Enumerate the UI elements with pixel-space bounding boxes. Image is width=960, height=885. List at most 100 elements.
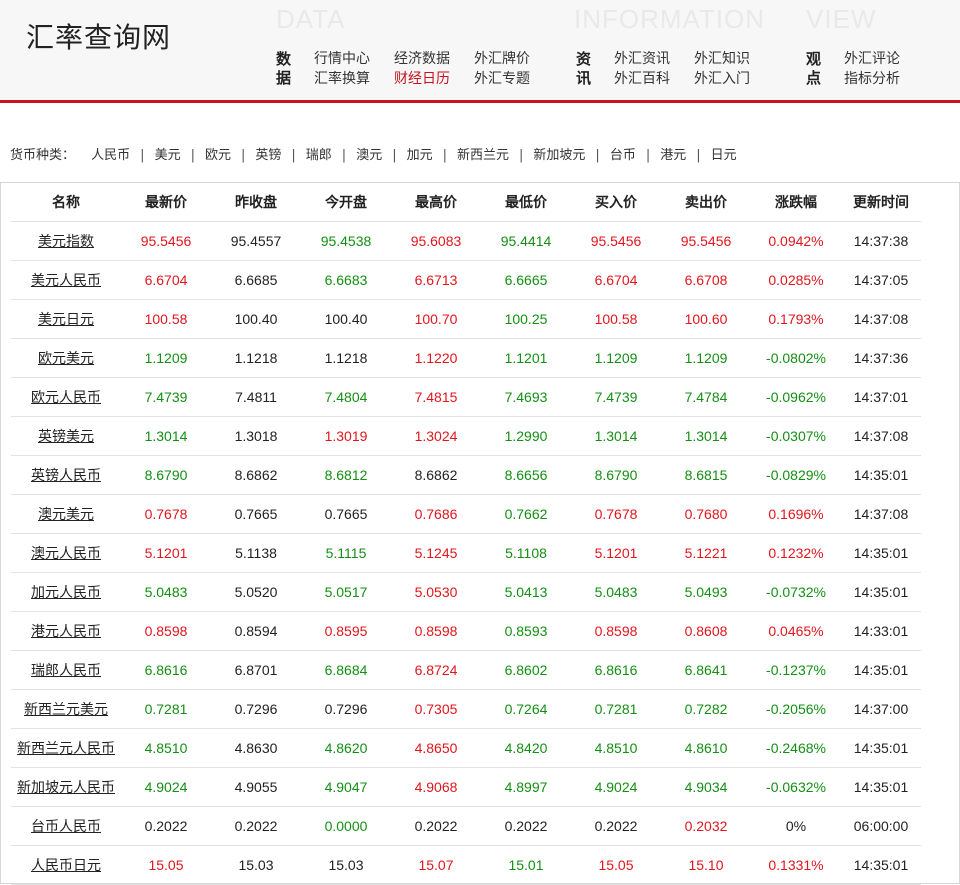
nav-link-forex-topics[interactable]: 外汇专题 [474,70,530,89]
currency-filter-item[interactable]: 澳元 [352,148,386,163]
quote-cell: 6.8616 [121,650,211,690]
nav-group-heading: 观 点 [806,50,824,88]
currency-separator: | [240,148,246,163]
quote-cell: 8.6815 [661,455,751,495]
nav-link-forex-commentary[interactable]: 外汇评论 [844,50,900,69]
pair-name-cell[interactable]: 台币人民币 [11,806,121,846]
currency-filter-item[interactable]: 美元 [151,148,185,163]
pair-link[interactable]: 加元人民币 [31,585,101,601]
quote-cell: 0.7686 [391,494,481,534]
column-header: 卖出价 [661,183,751,222]
currency-filter-item[interactable]: 新加坡元 [529,148,589,163]
quote-cell: 95.5456 [571,221,661,261]
pair-name-cell[interactable]: 澳元美元 [11,494,121,534]
nav-link-forex-quotes[interactable]: 外汇牌价 [474,50,530,69]
pair-link[interactable]: 欧元人民币 [31,390,101,406]
pair-link[interactable]: 人民币日元 [31,858,101,874]
table-body: 美元指数 95.5456 95.4557 95.4538 95.6083 95.4414 9… [11,221,921,885]
quote-cell: 1.1201 [481,338,571,378]
site-logo[interactable]: 汇率查询网 [26,16,171,56]
quote-cell: 4.8620 [301,728,391,768]
quote-cell: 14:37:08 [841,416,921,456]
pair-name-cell[interactable]: 美元日元 [11,299,121,339]
quote-cell: 6.6704 [571,260,661,300]
pair-name-cell[interactable]: 新加坡元人民币 [11,767,121,807]
quote-cell: 15.05 [121,845,211,885]
pair-name-cell[interactable]: 港元人民币 [11,611,121,651]
quote-cell: 95.4538 [301,221,391,261]
nav-link-financial-calendar[interactable]: 财经日历 [394,70,450,89]
pair-name-cell[interactable]: 英镑美元 [11,416,121,456]
nav-link-indicator-analysis[interactable]: 指标分析 [844,70,900,89]
quote-cell: 6.8641 [661,650,751,690]
pair-name-cell[interactable]: 欧元美元 [11,338,121,378]
nav-link-rate-converter[interactable]: 汇率换算 [314,70,370,89]
quote-cell: 5.1138 [211,533,301,573]
currency-separator: | [140,148,145,163]
quote-cell: 0% [751,806,841,846]
currency-filter-item[interactable]: 人民币 [87,148,134,163]
pair-link[interactable]: 英镑美元 [38,429,94,445]
quote-cell: 0.7665 [211,494,301,534]
pair-link[interactable]: 美元日元 [38,312,94,328]
quote-cell: 5.0483 [121,572,211,612]
quote-cell: 5.1245 [391,533,481,573]
currency-filter-item[interactable]: 加元 [403,148,437,163]
pair-link[interactable]: 澳元人民币 [31,546,101,562]
pair-link[interactable]: 新加坡元人民币 [17,780,115,796]
quote-cell: 4.9034 [661,767,751,807]
currency-separator: | [190,148,195,163]
nav-link-forex-encyclopedia[interactable]: 外汇百科 [614,70,670,89]
pair-link[interactable]: 港元人民币 [31,624,101,640]
nav-heading-char: 据 [276,69,292,87]
pair-name-cell[interactable]: 瑞郎人民币 [11,650,121,690]
nav-heading-char: 点 [806,69,822,87]
nav-link-economic-data[interactable]: 经济数据 [394,50,450,69]
pair-link[interactable]: 欧元美元 [38,351,94,367]
nav-link-forex-news[interactable]: 外汇资讯 [614,50,670,69]
pair-link[interactable]: 新西兰元美元 [24,702,108,718]
pair-link[interactable]: 美元指数 [38,234,94,250]
quote-cell: 0.1232% [751,533,841,573]
quote-cell: 100.40 [211,299,301,339]
currency-separator: | [392,148,397,163]
table-row: 英镑人民币 8.6790 8.6862 8.6812 8.6862 8.6656 8.679… [11,455,921,495]
pair-name-cell[interactable]: 美元人民币 [11,260,121,300]
nav-link-market-center[interactable]: 行情中心 [314,50,370,69]
pair-link[interactable]: 美元人民币 [31,273,101,289]
quote-cell: 0.0000 [301,806,391,846]
pair-link[interactable]: 澳元美元 [38,507,94,523]
pair-link[interactable]: 台币人民币 [31,819,101,835]
header-divider [0,100,960,103]
quote-table: 名称 最新价 昨收盘 今开盘 最高价 最低价 买入价 卖出价 涨跌幅 更新时间 美元指数 95.54… [11,183,921,885]
quote-cell: 14:35:01 [841,533,921,573]
nav-link-forex-intro[interactable]: 外汇入门 [694,70,750,89]
quote-cell: 14:35:01 [841,572,921,612]
pair-link[interactable]: 瑞郎人民币 [31,663,101,679]
currency-filter-item[interactable]: 瑞郎 [302,148,336,163]
quote-cell: 8.6790 [571,455,661,495]
pair-name-cell[interactable]: 英镑人民币 [11,455,121,495]
pair-name-cell[interactable]: 欧元人民币 [11,377,121,417]
currency-filter-item[interactable]: 欧元 [201,148,235,163]
quote-cell: 7.4811 [211,377,301,417]
quote-cell: -0.1237% [751,650,841,690]
column-header: 昨收盘 [211,183,301,222]
table-row: 澳元人民币 5.1201 5.1138 5.1115 5.1245 5.1108 5.120… [11,533,921,573]
pair-name-cell[interactable]: 美元指数 [11,221,121,261]
quote-cell: 5.1201 [121,533,211,573]
currency-filter-item[interactable]: 英镑 [251,148,285,163]
pair-name-cell[interactable]: 加元人民币 [11,572,121,612]
currency-filter-item[interactable]: 港元 [656,148,690,163]
pair-name-cell[interactable]: 人民币日元 [11,845,121,885]
pair-name-cell[interactable]: 新西兰元人民币 [11,728,121,768]
pair-link[interactable]: 英镑人民币 [31,468,101,484]
currency-filter-item[interactable]: 新西兰元 [453,148,513,163]
nav-link-forex-knowledge[interactable]: 外汇知识 [694,50,750,69]
pair-name-cell[interactable]: 新西兰元美元 [11,689,121,729]
currency-filter-item[interactable]: 日元 [707,148,741,163]
pair-name-cell[interactable]: 澳元人民币 [11,533,121,573]
table-row: 美元人民币 6.6704 6.6685 6.6683 6.6713 6.6665 6.670… [11,260,921,300]
pair-link[interactable]: 新西兰元人民币 [17,741,115,757]
currency-filter-item[interactable]: 台币 [606,148,640,163]
